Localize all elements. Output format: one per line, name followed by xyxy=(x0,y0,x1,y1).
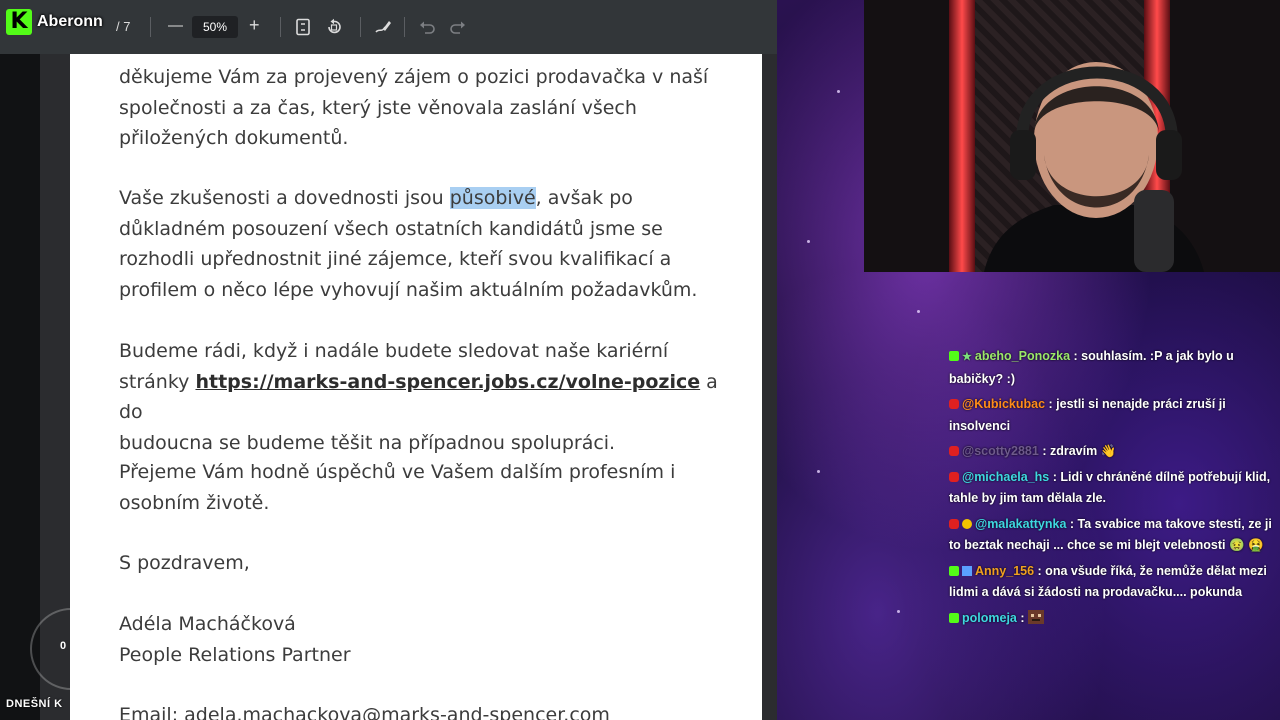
star-badge-icon: ★ xyxy=(962,351,972,363)
pdf-toolbar: / 7 — 50% + xyxy=(0,0,777,54)
toolbar-divider xyxy=(150,17,151,37)
webcam-feed xyxy=(864,0,1280,272)
undo-icon[interactable] xyxy=(418,18,436,36)
doc-text: Vaše zkušenosti a dovednosti jsou xyxy=(119,187,450,209)
doc-paragraph-assessment: Vaše zkušenosti a dovednosti jsou působi… xyxy=(119,183,739,305)
zoom-out-button[interactable]: — xyxy=(168,16,183,36)
doc-email: Email: adela.machackova@marks-and-spence… xyxy=(119,704,610,720)
counter-value: 0 xyxy=(60,640,67,652)
highlighted-word[interactable]: působivé xyxy=(449,187,536,209)
doc-signature: Adéla Macháčková People Relations Partne… xyxy=(119,613,351,666)
chat-message: @Kubickubac : jestli si nenajde práci zr… xyxy=(949,394,1277,437)
zoom-in-button[interactable]: + xyxy=(249,15,260,35)
star-sparkle xyxy=(837,90,840,93)
chat-username[interactable]: @scotty2881 xyxy=(962,444,1039,458)
counter-widget xyxy=(30,608,112,690)
chat-username[interactable]: polomeja xyxy=(962,611,1017,625)
page-indicator: / 7 xyxy=(116,19,131,34)
chat-username[interactable]: @michaela_hs xyxy=(962,470,1049,484)
chat-message: Anny_156 : ona všude říká, že nemůže děl… xyxy=(949,561,1277,604)
youtube-badge-icon xyxy=(949,471,959,482)
emote-icon xyxy=(1028,609,1045,624)
chat-text: : xyxy=(1020,610,1025,625)
kick-badge-icon xyxy=(949,351,959,361)
chat-message: polomeja : xyxy=(949,608,1277,630)
chat-message: @scotty2881 : zdravím 👋 xyxy=(949,441,1277,463)
doc-paragraph-careers: Budeme rádi, když i nadále budete sledov… xyxy=(119,336,739,458)
bottom-overlay-label: DNEŠNÍ K xyxy=(6,698,63,710)
kick-logo-icon: K xyxy=(6,9,32,35)
youtube-badge-icon xyxy=(949,399,959,409)
kick-badge-icon xyxy=(949,565,959,576)
chat-username[interactable]: @Kubickubac xyxy=(962,397,1045,411)
chat-username[interactable]: abeho_Ponozka xyxy=(975,349,1070,363)
rotate-icon[interactable] xyxy=(325,18,343,36)
toolbar-divider xyxy=(280,17,281,37)
star-sparkle xyxy=(807,240,810,243)
pdf-page: děkujeme Vám za projevený zájem o pozici… xyxy=(70,54,762,720)
chat-username[interactable]: Anny_156 xyxy=(975,564,1034,578)
channel-name: Aberonn xyxy=(37,13,103,30)
kick-badge-icon xyxy=(949,612,959,623)
subscriber-badge-icon xyxy=(962,565,972,576)
chat-overlay: ★ abeho_Ponozka : souhlasím. :P a jak byl… xyxy=(949,346,1277,633)
star-sparkle xyxy=(817,470,820,473)
star-sparkle xyxy=(897,610,900,613)
chat-username[interactable]: @malakattynka xyxy=(975,517,1066,531)
chat-message: @malakattynka : Ta svabice ma takove ste… xyxy=(949,514,1277,557)
chat-message: ★ abeho_Ponozka : souhlasím. :P a jak byl… xyxy=(949,346,1277,390)
pdf-viewer: / 7 — 50% + děkujeme Vám za projevený zá… xyxy=(0,0,777,720)
channel-badge: K Aberonn xyxy=(6,8,103,36)
doc-paragraph-wishes: Přejeme Vám hodně úspěchů ve Vašem další… xyxy=(119,461,676,514)
star-sparkle xyxy=(917,310,920,313)
chat-message: @michaela_hs : Lidi v chráněné dílně pot… xyxy=(949,467,1277,510)
chat-text: : zdravím 👋 xyxy=(1042,444,1117,458)
doc-greeting: S pozdravem, xyxy=(119,552,250,574)
youtube-badge-icon xyxy=(949,446,959,456)
zoom-level-field[interactable]: 50% xyxy=(192,16,238,38)
careers-link[interactable]: https://marks-and-spencer.jobs.cz/volne-… xyxy=(195,371,700,393)
toolbar-divider xyxy=(360,17,361,37)
left-strip xyxy=(0,0,40,720)
fit-page-icon[interactable] xyxy=(294,18,312,36)
annotate-pen-icon[interactable] xyxy=(374,18,392,36)
led-light xyxy=(949,0,975,272)
toolbar-divider xyxy=(404,17,405,37)
doc-paragraph-thanks: děkujeme Vám za projevený zájem o pozici… xyxy=(119,66,709,149)
streamer-silhouette xyxy=(984,62,1204,272)
youtube-badge-icon xyxy=(949,518,959,529)
redo-icon[interactable] xyxy=(449,18,467,36)
verified-badge-icon xyxy=(962,518,972,529)
